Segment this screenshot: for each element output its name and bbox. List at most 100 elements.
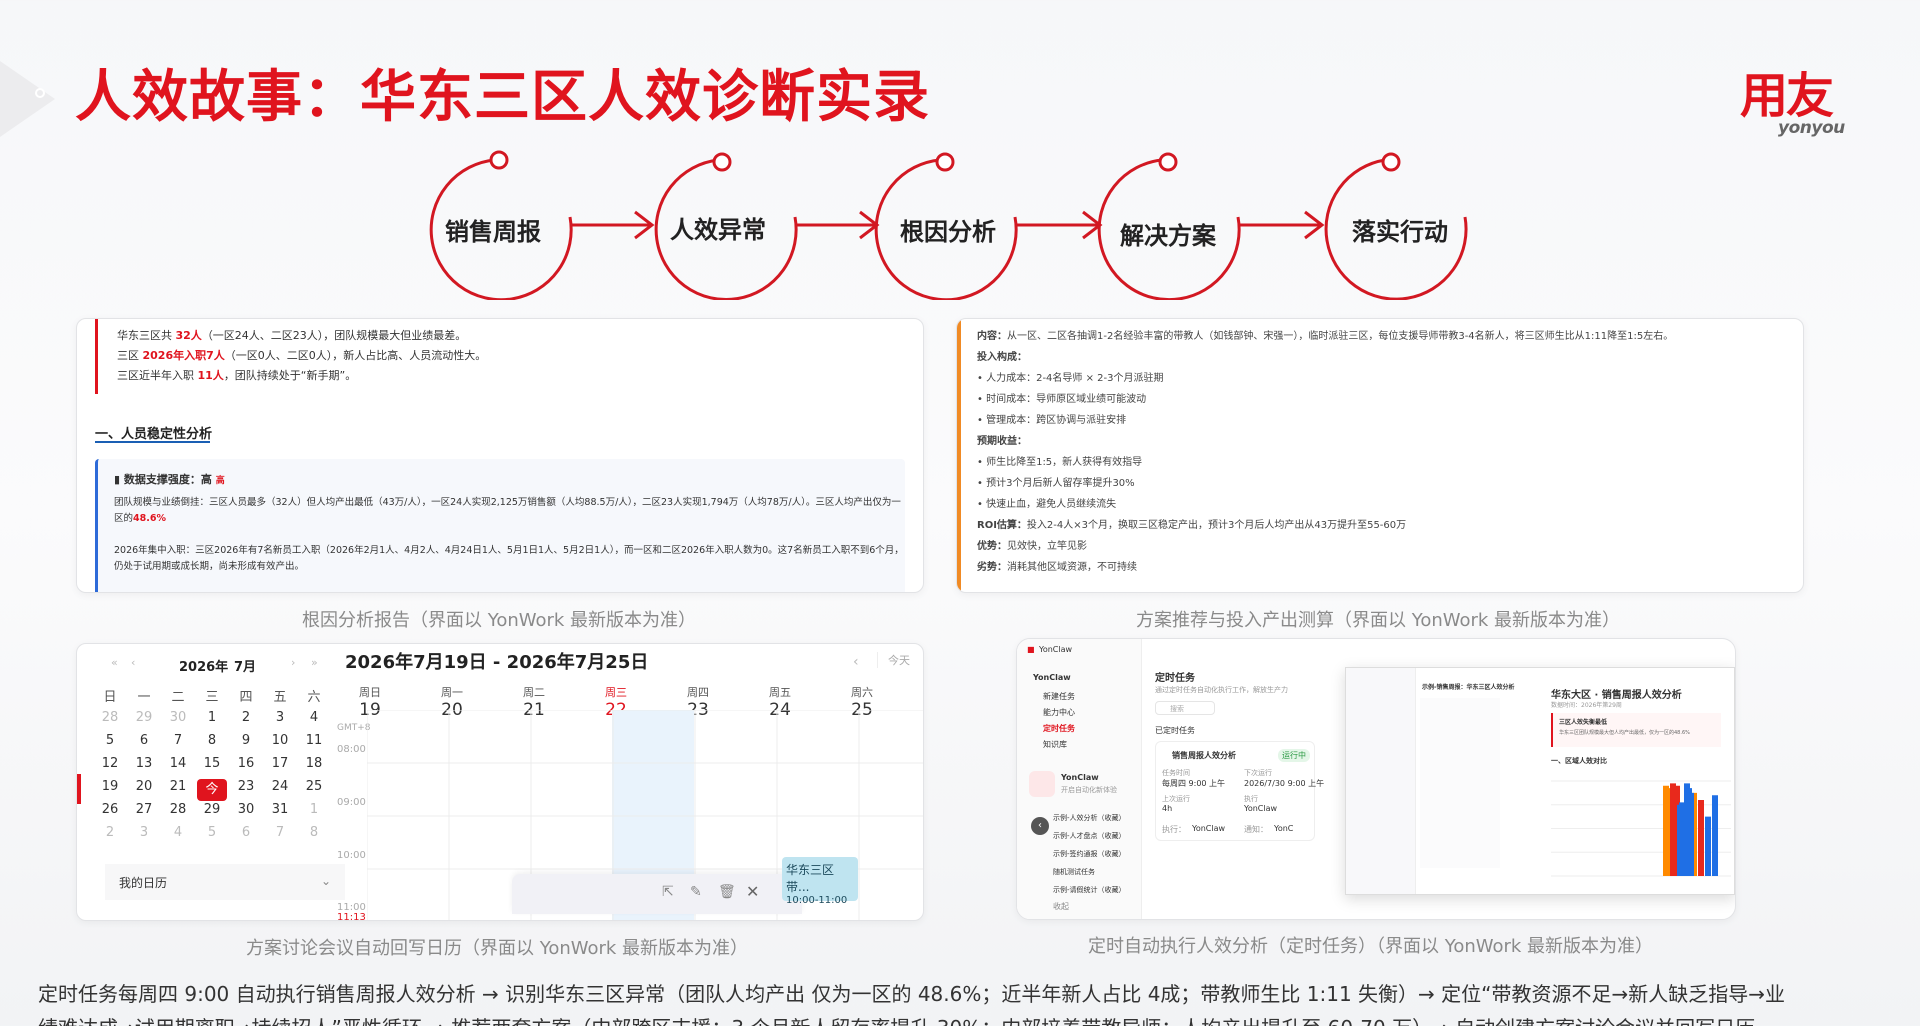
- calendar-day[interactable]: 23: [231, 779, 261, 794]
- section-title: 定时任务: [1155, 673, 1195, 684]
- calendar-day[interactable]: 12: [95, 756, 125, 771]
- calendar-day[interactable]: 28: [95, 710, 125, 725]
- task-last-run: 4h: [1162, 804, 1173, 813]
- prev-week-icon[interactable]: ‹: [853, 654, 859, 670]
- field-label: 上次运行: [1162, 795, 1190, 803]
- field-label: 下次运行: [1244, 769, 1272, 777]
- close-icon[interactable]: ✕: [746, 882, 759, 901]
- calendar-day[interactable]: 2: [95, 825, 125, 840]
- calendar-day[interactable]: 15: [197, 756, 227, 771]
- calendar-day[interactable]: 14: [163, 756, 193, 771]
- calendar-day[interactable]: 5: [95, 733, 125, 748]
- calendar-day[interactable]: 9: [231, 733, 261, 748]
- decor-hexagon: [0, 55, 55, 143]
- calendar-day[interactable]: 18: [299, 756, 329, 771]
- week-day-name: 周六: [851, 686, 873, 699]
- week-day-name: 周日: [359, 686, 381, 699]
- yonclaw-app-title: YonClaw: [1039, 645, 1073, 654]
- report-alert: 三区人效失衡最低 华东三区团队规模最大但人均产出最低，仅为一区的48.6%: [1551, 713, 1721, 747]
- calendar-day[interactable]: 19: [95, 779, 125, 794]
- task-card[interactable]: 销售周报人效分析 运行中 任务时间 每周四 9:00 上午 下次运行 2026/…: [1155, 741, 1324, 841]
- calendar-day[interactable]: 16: [231, 756, 261, 771]
- prev-year-icon[interactable]: «: [111, 656, 118, 669]
- page-title: 人效故事：华东三区人效诊断实录: [75, 65, 930, 130]
- event-time: 10:00-11:00: [786, 895, 848, 906]
- nav-item[interactable]: 定时任务: [1043, 723, 1075, 734]
- calendar-day[interactable]: 2: [231, 710, 261, 725]
- calendar-day[interactable]: 30: [163, 710, 193, 725]
- calendar-day[interactable]: 3: [129, 825, 159, 840]
- flow-arrow-3: [1015, 210, 1103, 240]
- flow-step-4: 解决方案: [1120, 222, 1216, 250]
- today-button[interactable]: 今天: [877, 652, 910, 668]
- calendar-day[interactable]: 10: [265, 733, 295, 748]
- calendar-day[interactable]: 13: [129, 756, 159, 771]
- calendar-day[interactable]: 26: [95, 802, 125, 817]
- calendar-panel: « ‹ 2026年 7月 › » 日一二三四五六 28 29 30 1 2 3 4 5 6 7 8 9 1…: [76, 643, 924, 921]
- flow-dot-1: [489, 150, 509, 170]
- calendar-day[interactable]: 11: [299, 733, 329, 748]
- calendar-day[interactable]: 29: [129, 710, 159, 725]
- exec-value: YonClaw: [1192, 824, 1226, 833]
- calendar-day[interactable]: 24: [265, 779, 295, 794]
- calendar-day[interactable]: 6: [231, 825, 261, 840]
- nav-item[interactable]: 新建任务: [1043, 691, 1075, 702]
- calendar-day[interactable]: 20: [129, 779, 159, 794]
- weekday-label: 五: [273, 690, 287, 705]
- collapse-link[interactable]: 收起: [1053, 901, 1069, 912]
- calendar-day[interactable]: 21: [163, 779, 193, 794]
- chevron-left-icon[interactable]: ‹: [1031, 817, 1049, 835]
- calendar-day[interactable]: 31: [265, 802, 295, 817]
- sidebar-task-item[interactable]: 随机测试任务: [1053, 867, 1095, 877]
- sidebar-task-item[interactable]: 示例-请假统计（收藏）: [1053, 885, 1126, 895]
- sidebar-task-item[interactable]: 示例-人效分析（收藏）: [1053, 813, 1126, 823]
- solution-panel: 内容：从一区、二区各抽调1-2名经验丰富的带教人（如钱部钟、宋强一），临时派驻三…: [956, 318, 1804, 593]
- chat-title: 示例-销售周报：华东三区人效分析: [1422, 684, 1515, 691]
- nav-item[interactable]: 能力中心: [1043, 707, 1075, 718]
- calendar-day[interactable]: 6: [129, 733, 159, 748]
- calendar-day[interactable]: 29: [197, 802, 227, 817]
- calendar-day[interactable]: 28: [163, 802, 193, 817]
- solution-line: 劣势：消耗其他区域资源，不可持续: [977, 562, 1137, 573]
- calendar-day[interactable]: 5: [197, 825, 227, 840]
- calendar-event[interactable]: 华东三区带... 10:00-11:00: [782, 857, 858, 906]
- sidebar-title: YonClaw: [1061, 773, 1099, 782]
- bar-chart: [1551, 780, 1731, 877]
- my-calendar[interactable]: 我的日历 ⌄: [105, 864, 345, 900]
- calendar-day[interactable]: 17: [265, 756, 295, 771]
- calendar-day[interactable]: 7: [163, 733, 193, 748]
- prev-month-icon[interactable]: ‹: [131, 656, 135, 669]
- delete-icon[interactable]: 🗑: [718, 884, 736, 900]
- calendar-day[interactable]: 8: [197, 733, 227, 748]
- weekday-label: 二: [171, 690, 185, 705]
- next-year-icon[interactable]: »: [311, 656, 318, 669]
- search-input[interactable]: 搜索: [1155, 701, 1215, 715]
- edit-icon[interactable]: ✎: [690, 884, 702, 900]
- calendar-day[interactable]: 4: [163, 825, 193, 840]
- yonyou-logo-en: yonyou: [1778, 118, 1845, 138]
- calendar-day[interactable]: 27: [129, 802, 159, 817]
- field-label: 任务时间: [1162, 769, 1190, 777]
- sidebar-task-item[interactable]: 示例-人才盘点（收藏）: [1053, 831, 1126, 841]
- task-status-badge: 运行中: [1278, 749, 1310, 762]
- exec-label: 执行：: [1162, 825, 1186, 834]
- mini-year: 2026年: [179, 660, 229, 675]
- next-month-icon[interactable]: ›: [291, 656, 295, 669]
- yonclaw-panel: ■ YonClaw YonClaw 新建任务 能力中心 定时任务 知识库 YonCla…: [1016, 638, 1736, 920]
- calendar-day[interactable]: 4: [299, 710, 329, 725]
- sidebar-task-item[interactable]: 示例-签约通报（收藏）: [1053, 849, 1126, 859]
- calendar-day[interactable]: 3: [265, 710, 295, 725]
- nav-item[interactable]: 知识库: [1043, 739, 1067, 750]
- mini-month: 7月: [234, 660, 257, 675]
- calendar-day[interactable]: 25: [299, 779, 329, 794]
- share-icon[interactable]: ⇱: [662, 884, 674, 900]
- report-line-3: 三区近半年入职 11人，团队持续处于“新手期”。: [117, 369, 357, 382]
- solution-line: 投入构成：: [977, 352, 1027, 363]
- calendar-day[interactable]: 1: [197, 710, 227, 725]
- calendar-day[interactable]: 1: [299, 802, 329, 817]
- calendar-day[interactable]: 今: [197, 779, 227, 801]
- calendar-day[interactable]: 30: [231, 802, 261, 817]
- calendar-day[interactable]: 8: [299, 825, 329, 840]
- orange-bar: [957, 319, 961, 592]
- calendar-day[interactable]: 7: [265, 825, 295, 840]
